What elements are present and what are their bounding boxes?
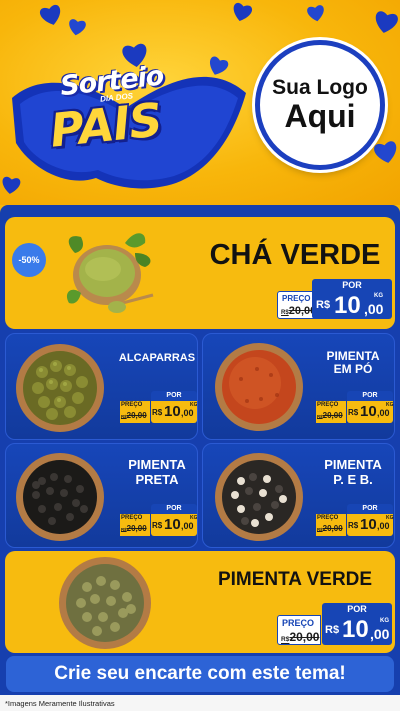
price-value: 10 bbox=[164, 516, 181, 533]
old-price-box: PREÇO R$20,00 bbox=[120, 514, 150, 536]
price-cents: ,00 bbox=[181, 408, 194, 418]
old-price: R$20,00 bbox=[281, 630, 320, 644]
unit-label: KG bbox=[374, 293, 383, 299]
price-value: 10 bbox=[360, 403, 377, 420]
price-cents: ,00 bbox=[364, 301, 384, 317]
price-cents: ,00 bbox=[377, 521, 390, 531]
store-logo-placeholder[interactable]: Sua Logo Aqui bbox=[255, 40, 385, 170]
new-price-box: R$ 10 KG ,00 bbox=[347, 401, 394, 423]
price-value: 10 bbox=[164, 403, 181, 420]
old-price: R$20,00 bbox=[317, 524, 343, 533]
product-name: CHÁ VERDE bbox=[209, 239, 381, 271]
heart-icon bbox=[36, 1, 67, 29]
por-label: POR bbox=[347, 391, 393, 401]
new-price-box: R$ 10 KG ,00 bbox=[347, 514, 394, 536]
por-label: POR bbox=[151, 504, 197, 514]
currency-label: R$ bbox=[348, 408, 359, 417]
old-price: R$20,00 bbox=[121, 524, 147, 533]
product-card[interactable]: PIMENTA PRETA POR PREÇO R$20,00 R$ 10 KG… bbox=[5, 443, 198, 548]
product-card[interactable]: PIMENTA P. E B. POR PREÇO R$20,00 R$ 10 … bbox=[202, 443, 395, 548]
promo-title-main: PAIS bbox=[47, 92, 164, 158]
unit-label: KG bbox=[380, 618, 389, 624]
heart-icon bbox=[65, 16, 90, 38]
discount-badge: -50% bbox=[12, 243, 46, 277]
price-value: 10 bbox=[334, 292, 361, 319]
new-price-box: R$ 10 KG ,00 bbox=[312, 291, 392, 319]
ground-pepper-image bbox=[211, 339, 307, 435]
green-pepper-image bbox=[55, 553, 155, 653]
logo-text-line1: Sua Logo bbox=[272, 75, 368, 99]
price-cents: ,00 bbox=[377, 408, 390, 418]
product-name: PIMENTA VERDE bbox=[217, 569, 373, 590]
green-tea-image bbox=[55, 223, 160, 323]
por-label: POR bbox=[322, 603, 392, 615]
old-price: R$20,00 bbox=[317, 411, 343, 420]
price-value: 10 bbox=[342, 616, 369, 643]
por-label: POR bbox=[151, 391, 197, 401]
currency-label: R$ bbox=[152, 521, 163, 530]
logo-text-line2: Aqui bbox=[284, 97, 356, 134]
price-cents: ,00 bbox=[181, 521, 194, 531]
preco-label: PREÇO bbox=[317, 515, 339, 521]
product-card[interactable]: ALCAPARRAS POR PREÇO R$20,00 R$ 10 KG ,0… bbox=[5, 333, 198, 440]
currency-label: R$ bbox=[152, 408, 163, 417]
price-cents: ,00 bbox=[370, 626, 390, 642]
heart-icon bbox=[370, 137, 400, 166]
price-tag: POR PREÇO R$20,00 R$ 10 KG ,00 bbox=[316, 391, 394, 425]
preco-label: PREÇO bbox=[317, 402, 339, 408]
old-price-box: PREÇO R$20,00 bbox=[277, 615, 321, 645]
old-price: R$20,00 bbox=[121, 411, 147, 420]
price-tag: POR PREÇO R$20,00 R$ 10 KG ,00 bbox=[277, 279, 392, 323]
price-value: 10 bbox=[360, 516, 377, 533]
preco-label: PREÇO bbox=[282, 618, 315, 628]
product-card[interactable]: PIMENTA EM PÓ POR PREÇO R$20,00 R$ 10 KG… bbox=[202, 333, 395, 440]
mixed-pepper-image bbox=[211, 449, 307, 545]
currency-label: R$ bbox=[348, 521, 359, 530]
header-banner: Sorteio DIA DOS PAIS Sua Logo Aqui bbox=[0, 0, 400, 205]
product-name: PIMENTA P. E B. bbox=[324, 457, 382, 487]
new-price-box: R$ 10 KG ,00 bbox=[151, 514, 197, 536]
por-label: POR bbox=[347, 504, 393, 514]
por-label: POR bbox=[312, 279, 392, 291]
product-name: ALCAPARRAS bbox=[118, 352, 196, 364]
featured-product-card[interactable]: -50% CHÁ VERDE POR PREÇO R$20,00 R$ 10 K… bbox=[5, 217, 395, 329]
heart-icon bbox=[304, 2, 329, 24]
price-tag: POR PREÇO R$20,00 R$ 10 KG ,00 bbox=[316, 504, 394, 538]
preco-label: PREÇO bbox=[121, 515, 143, 521]
price-tag: POR PREÇO R$20,00 R$ 10 KG ,00 bbox=[277, 603, 392, 647]
product-name: PIMENTA PRETA bbox=[128, 457, 186, 487]
black-pepper-image bbox=[12, 449, 108, 545]
old-price-box: PREÇO R$20,00 bbox=[316, 514, 346, 536]
price-tag: POR PREÇO R$20,00 R$ 10 KG ,00 bbox=[120, 504, 197, 538]
heart-icon bbox=[228, 0, 256, 25]
disclaimer-text: *Imagens Meramente Ilustrativas bbox=[0, 695, 400, 711]
old-price-box: PREÇO R$20,00 bbox=[277, 291, 317, 319]
capers-image bbox=[12, 340, 108, 436]
cta-banner[interactable]: Crie seu encarte com este tema! bbox=[6, 656, 394, 692]
featured-product-card[interactable]: PIMENTA VERDE POR PREÇO R$20,00 R$ 10 KG… bbox=[5, 551, 395, 653]
new-price-box: R$ 10 KG ,00 bbox=[151, 401, 197, 423]
offers-panel: -50% CHÁ VERDE POR PREÇO R$20,00 R$ 10 K… bbox=[0, 205, 400, 695]
price-tag: POR PREÇO R$20,00 R$ 10 KG ,00 bbox=[120, 391, 197, 425]
currency-label: R$ bbox=[325, 624, 340, 636]
currency-label: R$ bbox=[316, 299, 331, 311]
product-name: PIMENTA EM PÓ bbox=[326, 349, 380, 377]
old-price-box: PREÇO R$20,00 bbox=[316, 401, 346, 423]
heart-icon bbox=[370, 7, 400, 36]
preco-label: PREÇO bbox=[121, 402, 143, 408]
old-price: R$20,00 bbox=[281, 305, 317, 317]
preco-label: PREÇO bbox=[282, 294, 311, 303]
old-price-box: PREÇO R$20,00 bbox=[120, 401, 150, 423]
new-price-box: R$ 10 KG ,00 bbox=[322, 615, 392, 645]
